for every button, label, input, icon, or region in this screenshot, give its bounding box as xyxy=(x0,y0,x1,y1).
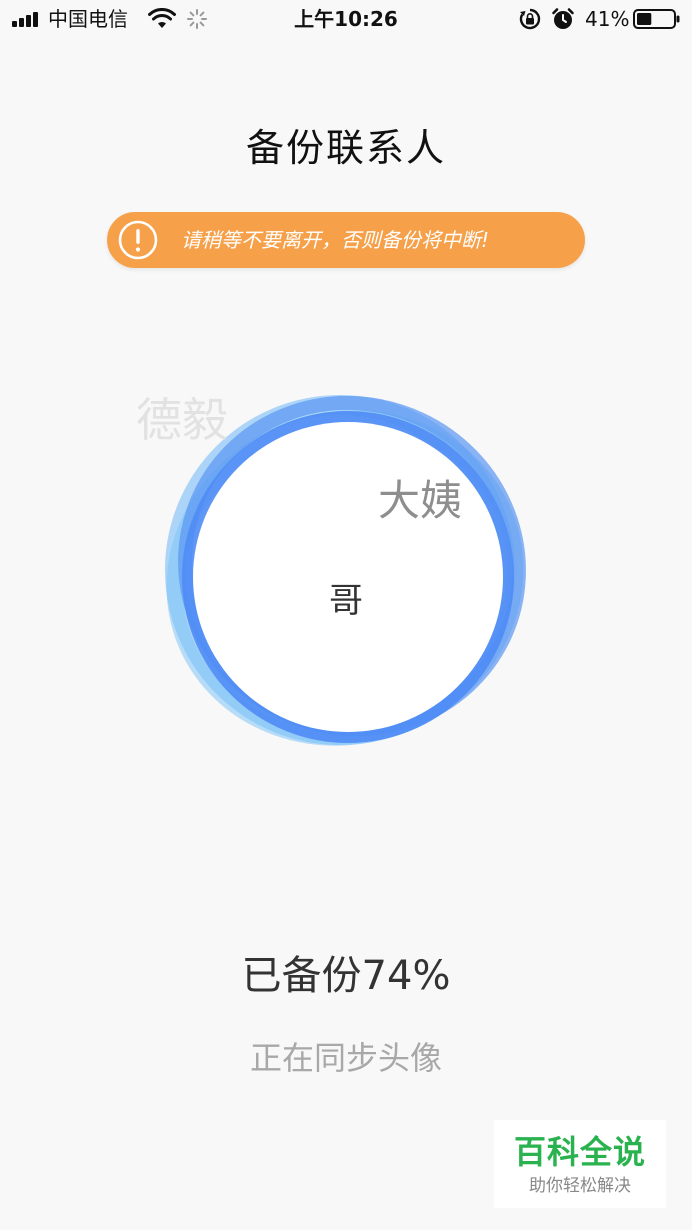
status-bar: 中国电信 上午10:26 41% xyxy=(0,0,692,40)
sync-status-text: 正在同步头像 xyxy=(249,1039,442,1077)
page-title: 备份联系人 xyxy=(245,126,446,170)
contact-name-mid: 大姨 xyxy=(378,476,463,525)
contact-name-faint: 德毅 xyxy=(136,393,228,447)
warning-text: 请稍等不要离开，否则备份将中断! xyxy=(181,228,490,252)
watermark-title: 百科全说 xyxy=(513,1133,646,1171)
backup-progress-label: 已备份74% xyxy=(241,953,451,999)
battery-percent: 41% xyxy=(585,7,630,31)
exclamation-circle-icon xyxy=(118,220,158,260)
ring-inner-disc xyxy=(193,422,503,732)
watermark-logo: 百科全说 助你轻松解决 xyxy=(494,1120,666,1208)
watermark-subtitle: 助你轻松解决 xyxy=(529,1176,631,1196)
alarm-icon xyxy=(552,8,574,29)
battery-icon xyxy=(633,9,680,29)
warning-banner: 请稍等不要离开，否则备份将中断! xyxy=(107,212,585,268)
contact-name-center: 哥 xyxy=(329,581,363,621)
rotation-lock-icon xyxy=(519,8,541,30)
